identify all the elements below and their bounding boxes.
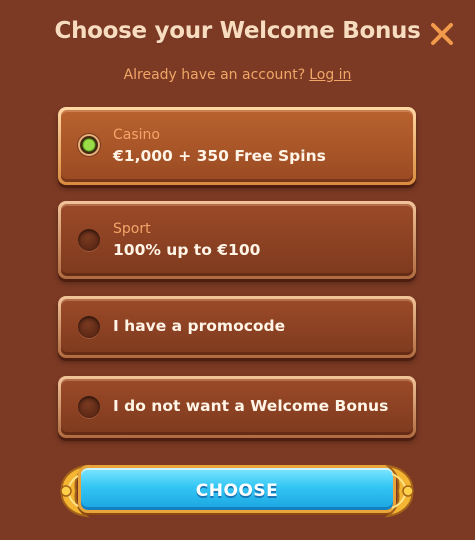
radio-button[interactable] — [78, 316, 100, 338]
close-icon[interactable] — [428, 20, 456, 48]
choose-button-label: CHOOSE — [195, 481, 279, 501]
bonus-option-no-bonus[interactable]: I do not want a Welcome Bonus — [58, 376, 416, 438]
modal-title: Choose your Welcome Bonus — [54, 18, 421, 44]
choose-button-container: CHOOSE — [56, 460, 418, 522]
login-link[interactable]: Log in — [309, 67, 351, 83]
option-category: Sport — [113, 221, 151, 237]
choose-button[interactable]: CHOOSE — [78, 465, 396, 513]
option-label: I have a promocode — [113, 317, 286, 335]
option-category: Casino — [113, 127, 160, 143]
option-label: 100% up to €100 — [113, 241, 261, 259]
welcome-bonus-modal: Choose your Welcome Bonus Already have a… — [0, 0, 475, 540]
gold-wing-right-icon — [384, 464, 414, 518]
bonus-option-sport[interactable]: Sport 100% up to €100 — [58, 201, 416, 279]
radio-button[interactable] — [78, 396, 100, 418]
bonus-option-promocode[interactable]: I have a promocode — [58, 296, 416, 358]
option-label: I do not want a Welcome Bonus — [113, 397, 389, 415]
radio-button-selected[interactable] — [78, 134, 100, 156]
radio-button[interactable] — [78, 229, 100, 251]
login-prompt: Already have an account? Log in — [0, 67, 475, 83]
login-prompt-text: Already have an account? — [123, 67, 306, 83]
bonus-option-casino[interactable]: Casino €1,000 + 350 Free Spins — [58, 107, 416, 185]
option-label: €1,000 + 350 Free Spins — [113, 147, 326, 165]
